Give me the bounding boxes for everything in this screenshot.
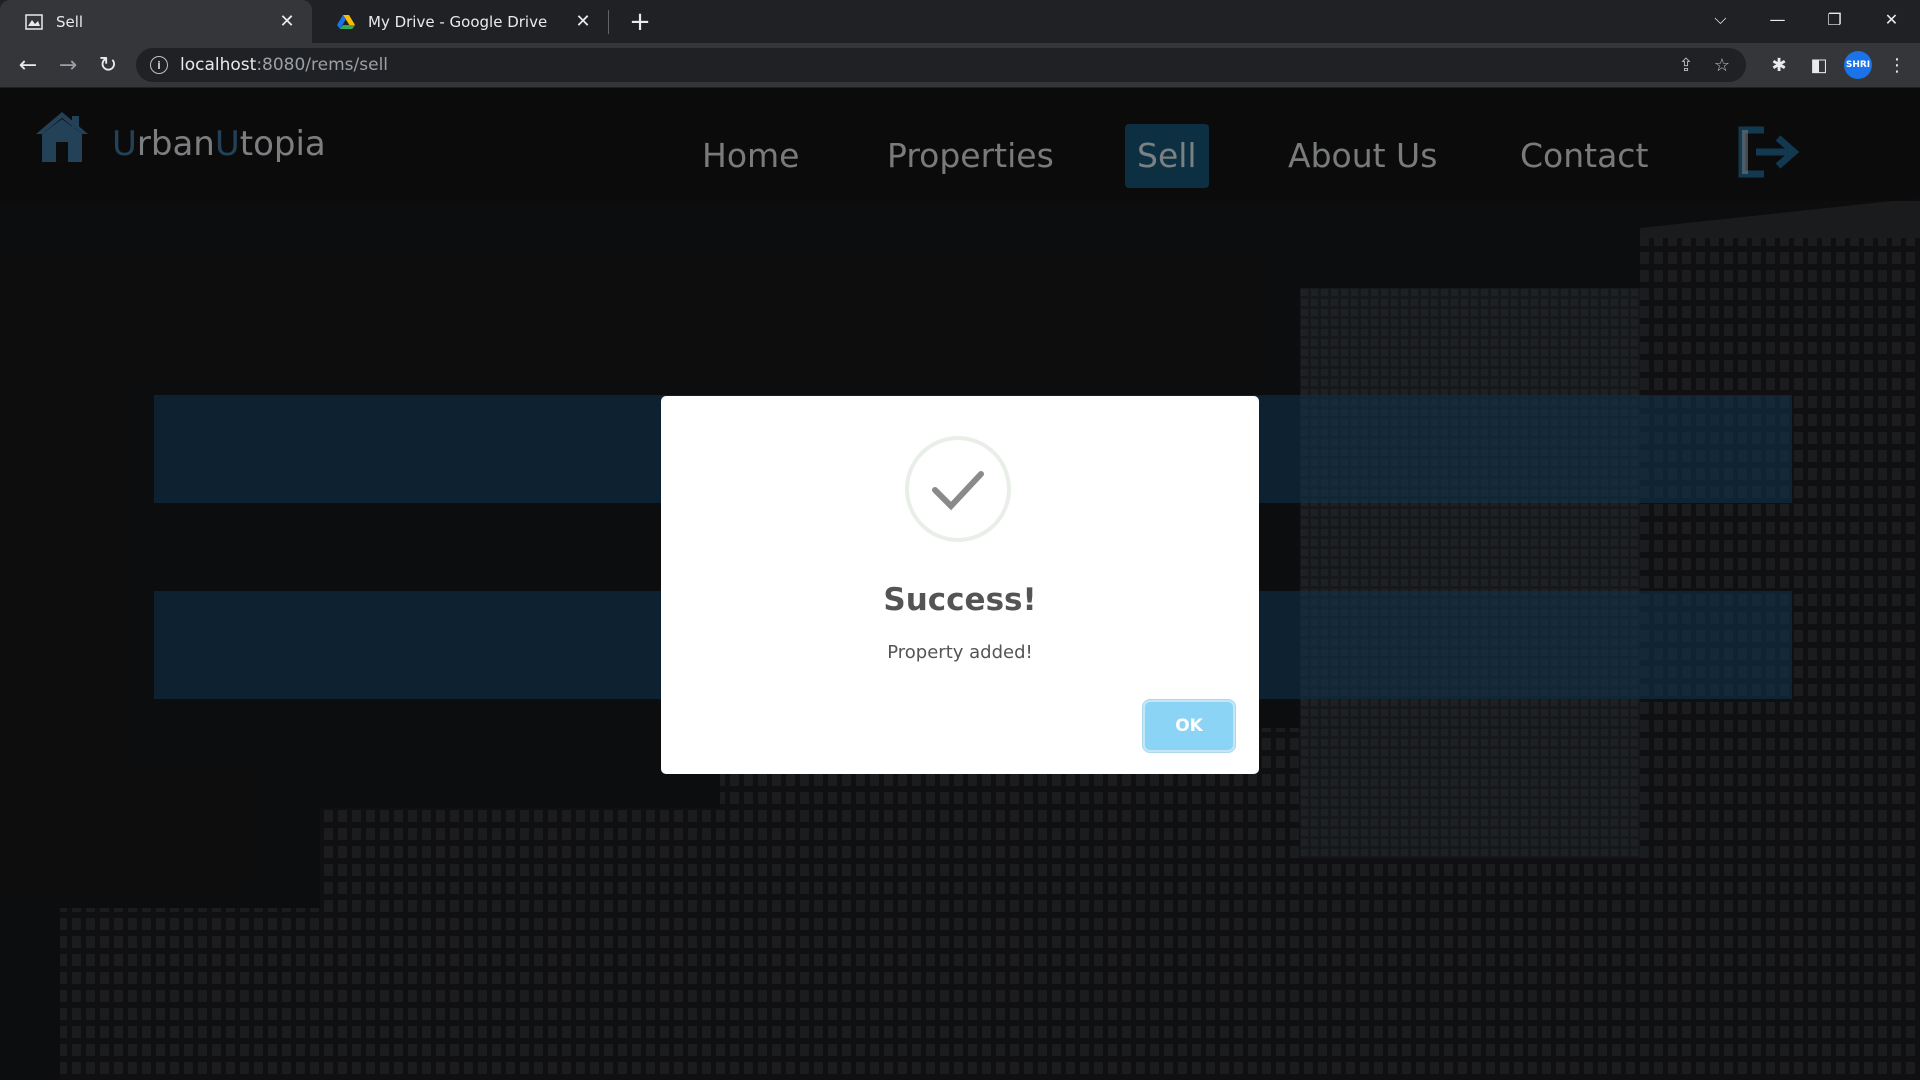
new-tab-button[interactable]: + (624, 6, 656, 38)
share-icon[interactable]: ⇪ (1674, 54, 1698, 76)
tab-sell[interactable]: Sell ✕ (0, 0, 312, 43)
bookmark-star-icon[interactable]: ☆ (1710, 54, 1734, 76)
omnibox-actions: ⇪ ☆ (1674, 54, 1734, 76)
address-bar[interactable]: i localhost :8080/rems/sell ⇪ ☆ (136, 48, 1746, 82)
window-controls: ⌵ — ❐ ✕ (1692, 0, 1920, 43)
menu-kebab-icon[interactable]: ⋮ (1882, 49, 1912, 81)
page-favicon-icon (24, 12, 44, 32)
browser-toolbar: ← → ↻ i localhost :8080/rems/sell ⇪ ☆ ✱ … (0, 43, 1920, 88)
tab-search-icon[interactable]: ⌵ (1692, 0, 1749, 38)
tab-title: My Drive - Google Drive (368, 12, 548, 31)
tab-google-drive[interactable]: My Drive - Google Drive ✕ (312, 0, 608, 43)
ok-button[interactable]: OK (1145, 702, 1233, 750)
dialog-message: Property added! (887, 642, 1033, 663)
success-check-icon (905, 436, 1011, 542)
toolbar-actions: ✱ ◧ SHRI ⋮ (1764, 49, 1912, 81)
dialog-title: Success! (883, 582, 1037, 618)
close-tab-icon[interactable]: ✕ (276, 11, 298, 32)
google-drive-icon (336, 12, 356, 32)
url-path: :8080/rems/sell (256, 55, 389, 75)
back-icon[interactable]: ← (12, 49, 44, 81)
tab-title: Sell (56, 12, 84, 31)
success-dialog: Success! Property added! OK (661, 396, 1259, 774)
browser-tab-bar: Sell ✕ My Drive - Google Drive ✕ + ⌵ — ❐… (0, 0, 1920, 43)
close-tab-icon[interactable]: ✕ (572, 11, 594, 32)
extensions-icon[interactable]: ✱ (1764, 49, 1794, 81)
site-info-icon[interactable]: i (150, 56, 168, 74)
reload-icon[interactable]: ↻ (92, 49, 124, 81)
minimize-icon[interactable]: — (1749, 0, 1806, 38)
profile-avatar[interactable]: SHRI (1844, 51, 1872, 79)
side-panel-icon[interactable]: ◧ (1804, 49, 1834, 81)
url-host: localhost (180, 55, 257, 75)
close-window-icon[interactable]: ✕ (1863, 0, 1920, 38)
restore-icon[interactable]: ❐ (1806, 0, 1863, 38)
forward-icon[interactable]: → (52, 49, 84, 81)
page-viewport: UrbanUtopia Home Properties Sell About U… (0, 88, 1920, 1080)
tab-separator (608, 10, 609, 34)
